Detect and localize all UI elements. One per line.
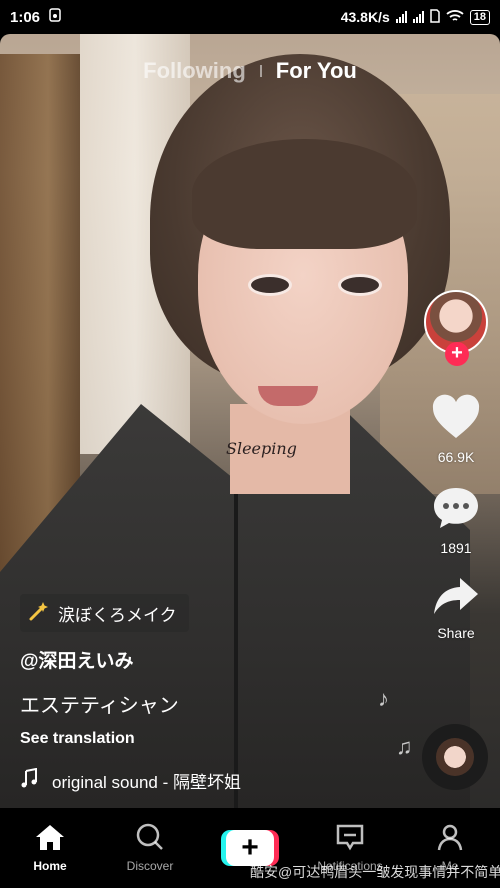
- profile-icon[interactable]: [436, 823, 464, 854]
- share-icon[interactable]: [432, 576, 480, 621]
- person-eye-left: [248, 274, 292, 296]
- see-translation-link[interactable]: See translation: [20, 730, 410, 748]
- network-speed: 43.8K/s: [340, 9, 390, 25]
- nav-create[interactable]: +: [210, 830, 290, 866]
- share-label: Share: [437, 625, 475, 641]
- tab-following[interactable]: Following: [143, 58, 246, 84]
- like-count: 66.9K: [437, 449, 475, 465]
- sim-icon: [430, 8, 440, 26]
- neck-tattoo-text: Sleeping: [226, 439, 297, 458]
- nav-discover[interactable]: Discover: [110, 823, 190, 873]
- status-time: 1:06: [10, 8, 41, 26]
- comment-icon[interactable]: [431, 485, 481, 536]
- status-bar: 1:06 43.8K/s 18: [0, 0, 500, 34]
- effect-label: 涙ぼくろメイク: [58, 605, 177, 625]
- nav-home[interactable]: Home: [10, 823, 90, 873]
- create-icon[interactable]: +: [221, 830, 279, 866]
- watermark-text: 酷安@可达鸭眉头一皱发现事情并不简单: [250, 864, 500, 880]
- video-description: エステティシャン: [20, 695, 179, 717]
- music-note-icon: [20, 768, 38, 793]
- nav-discover-label: Discover: [126, 859, 174, 873]
- comment-button[interactable]: 1891: [431, 485, 481, 556]
- effect-chip[interactable]: 涙ぼくろメイク: [20, 594, 189, 632]
- share-button[interactable]: Share: [432, 576, 480, 641]
- battery-icon: 18: [469, 9, 490, 25]
- sync-icon: [48, 8, 62, 26]
- comment-count: 1891: [440, 540, 472, 556]
- username[interactable]: @深田えいみ: [20, 646, 410, 673]
- inbox-icon[interactable]: [335, 823, 365, 854]
- creator-avatar-button[interactable]: +: [424, 290, 488, 366]
- disc-cover: [436, 738, 474, 776]
- person-bangs: [192, 139, 417, 249]
- music-disc[interactable]: [422, 724, 488, 790]
- tab-divider: [259, 65, 262, 77]
- sound-title[interactable]: original sound - 隔壁坏姐: [52, 768, 241, 793]
- plus-icon[interactable]: +: [445, 342, 469, 366]
- wifi-icon: [446, 9, 464, 26]
- feed-tabs: Following For You: [0, 58, 500, 84]
- home-icon[interactable]: [34, 823, 66, 854]
- person-eye-right: [338, 274, 382, 296]
- signal-icon: [395, 11, 407, 23]
- heart-icon[interactable]: [431, 394, 481, 445]
- signal-icon: [412, 11, 424, 23]
- tab-for-you[interactable]: For You: [276, 58, 357, 84]
- nav-home-label: Home: [33, 859, 67, 873]
- video-caption: 涙ぼくろメイク @深田えいみ エステティシャン See translation …: [20, 594, 410, 793]
- like-button[interactable]: 66.9K: [431, 394, 481, 465]
- sound-row[interactable]: original sound - 隔壁坏姐: [20, 768, 410, 793]
- search-icon[interactable]: [135, 823, 165, 854]
- action-rail: + 66.9K 1891 Share: [422, 290, 490, 661]
- magic-wand-icon: [28, 600, 50, 627]
